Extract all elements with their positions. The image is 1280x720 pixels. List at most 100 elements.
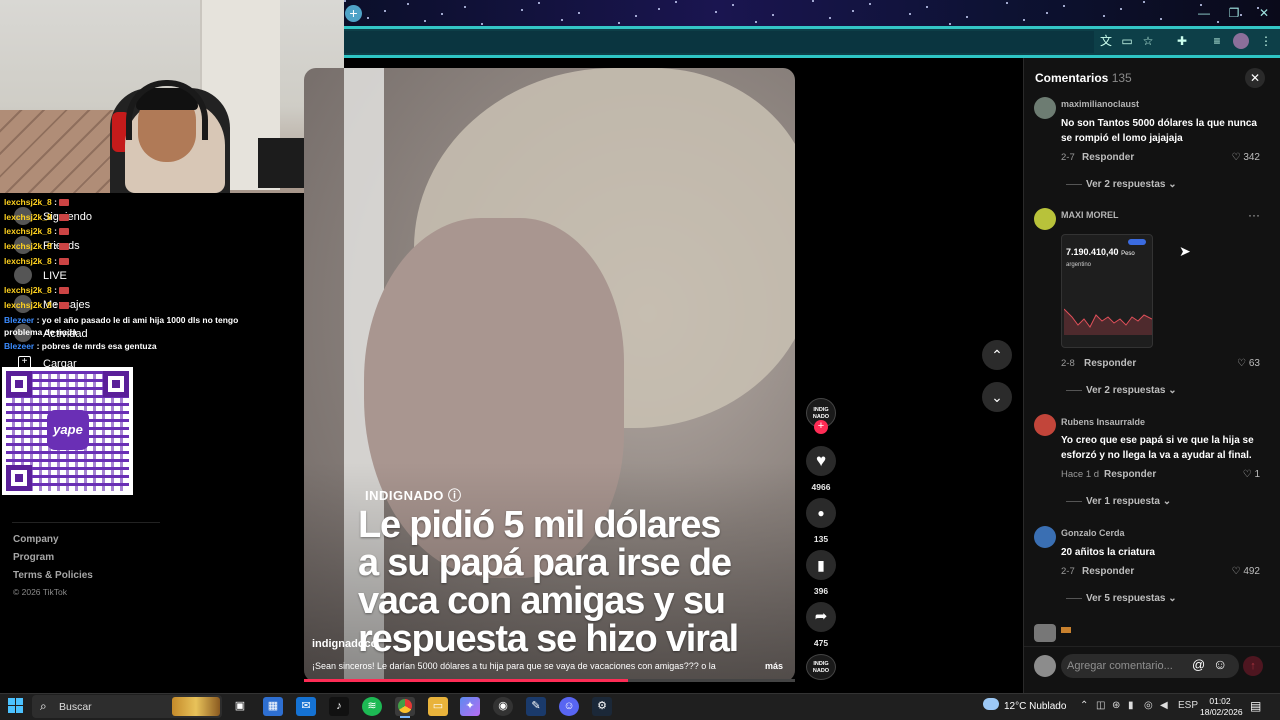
emote-icon <box>58 302 69 310</box>
close-comments-button[interactable]: ✕ <box>1245 68 1265 88</box>
video-brand-watermark: INDIGNADO ⓘ <box>365 488 462 503</box>
chat-message: lexchsj2k_8 : <box>4 300 69 310</box>
avatar[interactable] <box>1034 97 1056 119</box>
store-icon[interactable]: ▦ <box>263 697 283 716</box>
weather-widget[interactable]: 12°C Nublado <box>1004 701 1066 712</box>
tray-app-icon[interactable]: ⊛ <box>1112 700 1120 711</box>
comment-user[interactable]: Gonzalo Cerda <box>1061 528 1125 538</box>
view-replies-button[interactable]: Ver 1 respuesta ⌄ <box>1066 496 1171 507</box>
decorative-star <box>852 10 854 12</box>
reply-button[interactable]: Responder <box>1082 152 1134 163</box>
emote-icon <box>58 228 69 236</box>
comment-like-button[interactable]: ♡ 1 <box>1200 469 1260 480</box>
copilot-icon[interactable]: ✦ <box>460 697 480 716</box>
avatar[interactable] <box>1034 624 1056 642</box>
weather-cloud-icon[interactable] <box>983 698 999 710</box>
comment-user[interactable]: maximilianoclaust <box>1061 99 1139 109</box>
chat-user: lexchsj2k_8 <box>4 241 52 251</box>
footer-link-company[interactable]: Company <box>13 534 59 545</box>
profile-icon[interactable] <box>1233 33 1249 49</box>
view-replies-button[interactable]: Ver 2 respuestas ⌄ <box>1066 179 1177 190</box>
outlook-icon[interactable]: ✉ <box>296 697 316 716</box>
capcut-icon[interactable]: ✎ <box>526 697 546 716</box>
previous-video-button[interactable]: ⌃ <box>982 340 1012 370</box>
follow-button[interactable]: + <box>814 420 828 434</box>
taskbar-clock[interactable]: 01:02 18/02/2026 <box>1200 696 1243 718</box>
restore-button[interactable]: ❐ <box>1220 4 1248 22</box>
comment-text: 20 añitos la criatura <box>1061 547 1155 558</box>
comment-user[interactable]: Rubens Insaurralde <box>1061 417 1145 427</box>
decorative-star <box>1006 2 1008 4</box>
steam-icon[interactable]: ⚙ <box>592 697 612 716</box>
comment-like-button[interactable]: ♡ 492 <box>1200 566 1260 577</box>
view-replies-button[interactable]: Ver 2 respuestas ⌄ <box>1066 385 1177 396</box>
emote-icon <box>58 258 69 266</box>
share-icon[interactable]: ➦ <box>806 602 836 632</box>
comment-image[interactable]: 7.190.410,40 Peso argentino <box>1061 234 1153 348</box>
address-bar[interactable] <box>344 31 1094 53</box>
video-headline-line: Le pidió 5 mil dólares <box>358 504 721 546</box>
heart-icon: ♡ <box>1231 566 1241 577</box>
comment-like-button[interactable]: ♡ 63 <box>1200 358 1260 369</box>
avatar[interactable] <box>1034 208 1056 230</box>
volume-icon[interactable]: ◀ <box>1160 700 1168 711</box>
task-view-icon[interactable]: ▣ <box>230 697 250 716</box>
comment-user[interactable]: MAXI MOREL <box>1061 210 1119 220</box>
active-app-indicator <box>400 716 410 718</box>
media-control-icon[interactable]: ≡ <box>1209 33 1225 49</box>
chrome-icon[interactable] <box>395 697 415 716</box>
avatar[interactable] <box>1034 526 1056 548</box>
menu-icon[interactable]: ⋮ <box>1258 33 1274 49</box>
video-author[interactable]: indignadoco <box>312 638 377 650</box>
more-options-icon[interactable]: ··· <box>1248 208 1260 222</box>
spotify-icon[interactable]: ≋ <box>362 697 382 716</box>
next-video-button[interactable]: ⌄ <box>982 382 1012 412</box>
mention-icon[interactable]: @ <box>1192 657 1205 672</box>
footer-link-terms[interactable]: Terms & Policies <box>13 570 93 581</box>
chat-user: lexchsj2k_8 <box>4 226 52 236</box>
reply-button[interactable]: Responder <box>1084 358 1136 369</box>
new-tab-button[interactable]: + <box>345 5 362 22</box>
tiktok-icon[interactable]: ♪ <box>329 697 349 716</box>
more-button[interactable]: más <box>765 661 783 671</box>
notification-icon[interactable]: ▤ <box>1250 699 1261 713</box>
chat-user: Blezeer <box>4 341 35 351</box>
reply-button[interactable]: Responder <box>1082 566 1134 577</box>
view-replies-button[interactable]: Ver 5 respuestas ⌄ <box>1066 593 1177 604</box>
nav-live[interactable]: LIVE <box>43 270 67 282</box>
obs-icon[interactable]: ◉ <box>493 697 513 716</box>
bookmark-icon[interactable]: ▮ <box>806 550 836 580</box>
window-close-button[interactable]: ✕ <box>1250 4 1278 22</box>
decorative-star <box>812 0 814 2</box>
windows-start-icon[interactable] <box>8 698 24 714</box>
chat-message: lexchsj2k_8 : <box>4 241 69 251</box>
comment-text: Yo creo que ese papá si ve que la hija s… <box>1061 435 1254 461</box>
comment-like-button[interactable]: ♡ 342 <box>1200 152 1260 163</box>
like-icon[interactable]: ♥ <box>806 446 836 476</box>
footer-link-program[interactable]: Program <box>13 552 54 563</box>
webcam-feed <box>0 0 344 193</box>
extensions-icon[interactable]: ✚ <box>1174 33 1190 49</box>
send-comment-button[interactable]: ↑ <box>1243 656 1263 676</box>
comment-count: 135 <box>813 534 829 544</box>
network-icon[interactable]: ◎ <box>1144 700 1153 711</box>
bookmark-star-icon[interactable]: ☆ <box>1140 33 1156 49</box>
file-explorer-icon[interactable]: ▭ <box>428 697 448 716</box>
microphone-icon[interactable]: ▮ <box>1128 700 1134 711</box>
translate-icon[interactable]: 文 <box>1098 33 1114 49</box>
sound-disc[interactable]: INDIG NADO <box>806 654 836 680</box>
cast-icon[interactable]: ▭ <box>1119 33 1135 49</box>
language-indicator[interactable]: ESP <box>1178 700 1198 711</box>
chat-message: problema de nada <box>4 327 77 337</box>
avatar[interactable] <box>1034 414 1056 436</box>
reply-button[interactable]: Responder <box>1104 469 1156 480</box>
emoji-picker-icon[interactable]: ☺ <box>1213 656 1227 672</box>
browser-tabstrip <box>344 0 1280 28</box>
minimize-button[interactable]: — <box>1190 4 1218 22</box>
video-description: ¡Sean sinceros! Le darían 5000 dólares a… <box>312 661 716 671</box>
show-hidden-icons-icon[interactable]: ⌃ <box>1080 700 1088 711</box>
tray-app-icon[interactable]: ◫ <box>1096 700 1105 711</box>
comment-icon[interactable]: ● <box>806 498 836 528</box>
live-icon[interactable] <box>14 266 32 284</box>
discord-icon[interactable]: ☺ <box>559 697 579 716</box>
